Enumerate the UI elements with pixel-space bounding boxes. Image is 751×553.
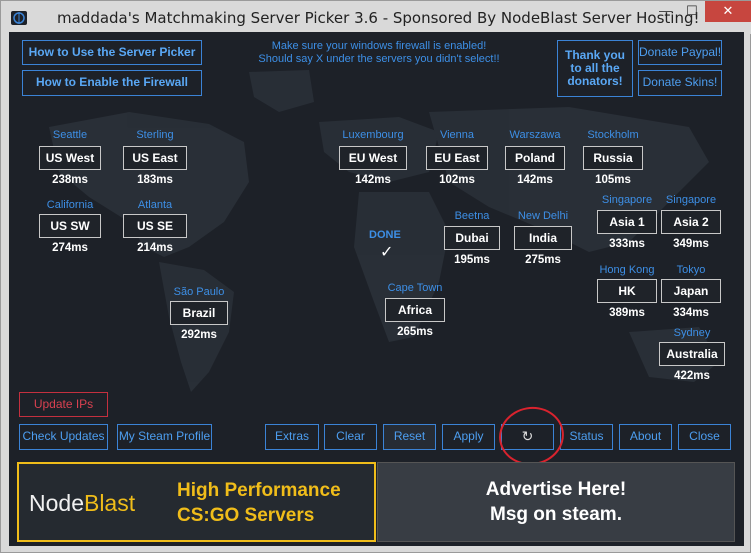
server-button-eu-east[interactable]: EU East [426,146,488,170]
notice-line-2: Should say X under the servers you didn'… [258,53,500,65]
status-label: DONE [369,229,401,241]
ping-value: 275ms [525,254,561,266]
notice-line-1: Make sure your windows firewall is enabl… [271,40,487,52]
extras-button[interactable]: Extras [265,424,319,450]
minimize-button[interactable]: — [652,1,679,22]
city-label: Singapore [601,194,653,206]
ping-value: 238ms [52,174,88,186]
refresh-icon: ↻ [521,428,534,444]
check-icon: ✓ [380,244,394,261]
donate-skins-button[interactable]: Donate Skins! [638,70,722,96]
city-label: Tokyo [676,264,706,276]
server-button-us-east[interactable]: US East [123,146,187,170]
city-label: Hong Kong [599,264,655,276]
main-panel: How to Use the Server Picker How to Enab… [9,32,744,546]
thank-donators-button[interactable]: Thank you to all the donators! [557,40,633,97]
city-label: Stockholm [587,129,639,141]
server-button-australia[interactable]: Australia [659,342,725,366]
ping-value: 183ms [137,174,173,186]
how-to-use-button[interactable]: How to Use the Server Picker [22,40,202,65]
city-label: Vienna [439,129,475,141]
steam-profile-button[interactable]: My Steam Profile [117,424,212,450]
city-label: Seattle [52,129,88,141]
city-label: Warszawa [509,129,561,141]
server-button-dubai[interactable]: Dubai [444,226,500,250]
server-button-japan[interactable]: Japan [661,279,721,303]
ping-value: 214ms [137,242,173,254]
server-button-hk[interactable]: HK [597,279,657,303]
app-window: maddada's Matchmaking Server Picker 3.6 … [0,0,751,553]
server-button-russia[interactable]: Russia [583,146,643,170]
tagline-line-2: CS:GO Servers [177,505,315,526]
advertise-banner[interactable]: Advertise Here! Msg on steam. [377,462,735,542]
city-label: Singapore [665,194,717,206]
nodeblast-ad-banner[interactable]: NodeBlast High Performance CS:GO Servers [17,462,376,542]
status-button[interactable]: Status [560,424,613,450]
apply-button[interactable]: Apply [442,424,495,450]
ping-value: 274ms [52,242,88,254]
maximize-button[interactable]: ☐ [679,1,705,22]
ping-value: 422ms [674,370,710,382]
city-label: New Delhi [517,210,569,222]
donate-paypal-button[interactable]: Donate Paypal! [638,40,722,65]
window-title: maddada's Matchmaking Server Picker 3.6 … [57,9,700,27]
nodeblast-logo: NodeBlast [29,490,135,517]
server-button-africa[interactable]: Africa [385,298,445,322]
server-button-us-west[interactable]: US West [39,146,101,170]
advertise-line-2: Msg on steam. [490,504,622,525]
advertise-line-1: Advertise Here! [485,479,627,500]
server-button-us-se[interactable]: US SE [123,214,187,238]
nodeblast-tagline: High Performance CS:GO Servers [177,478,341,528]
check-updates-button[interactable]: Check Updates [19,424,108,450]
clear-button[interactable]: Clear [324,424,377,450]
server-button-asia-1[interactable]: Asia 1 [597,210,657,234]
app-icon [11,11,27,25]
tagline-line-1: High Performance [177,480,341,501]
ping-value: 105ms [595,174,631,186]
reset-button[interactable]: Reset [383,424,436,450]
city-label: Beetna [454,210,490,222]
server-button-asia-2[interactable]: Asia 2 [661,210,721,234]
server-button-india[interactable]: India [514,226,572,250]
ping-value: 102ms [439,174,475,186]
logo-blast: Blast [83,490,136,516]
server-button-us-sw[interactable]: US SW [39,214,101,238]
city-label: Luxembourg [342,129,404,141]
ping-value: 292ms [181,329,217,341]
ping-value: 142ms [517,174,553,186]
city-label: Cape Town [387,282,443,294]
close-button[interactable]: Close [678,424,731,450]
refresh-button[interactable]: ↻ [501,424,554,450]
city-label: Sterling [136,129,174,141]
about-button[interactable]: About [619,424,672,450]
ping-value: 334ms [673,307,709,319]
ping-value: 265ms [397,326,433,338]
ping-value: 195ms [454,254,490,266]
window-close-button[interactable]: ✕ [705,1,751,22]
city-label: São Paulo [173,286,225,298]
city-label: California [46,199,94,211]
ping-value: 333ms [609,238,645,250]
title-bar[interactable]: maddada's Matchmaking Server Picker 3.6 … [1,1,751,34]
logo-node: Node [29,490,84,516]
advertise-text: Advertise Here! Msg on steam. [378,477,734,527]
firewall-notice: Make sure your windows firewall is enabl… [244,40,514,66]
update-ips-button[interactable]: Update IPs [19,392,108,417]
how-to-firewall-button[interactable]: How to Enable the Firewall [22,70,202,96]
ping-value: 142ms [355,174,391,186]
server-button-poland[interactable]: Poland [505,146,565,170]
city-label: Atlanta [137,199,173,211]
city-label: Sydney [673,327,711,339]
server-button-brazil[interactable]: Brazil [170,301,228,325]
ping-value: 349ms [673,238,709,250]
ping-value: 389ms [609,307,645,319]
server-button-eu-west[interactable]: EU West [339,146,407,170]
